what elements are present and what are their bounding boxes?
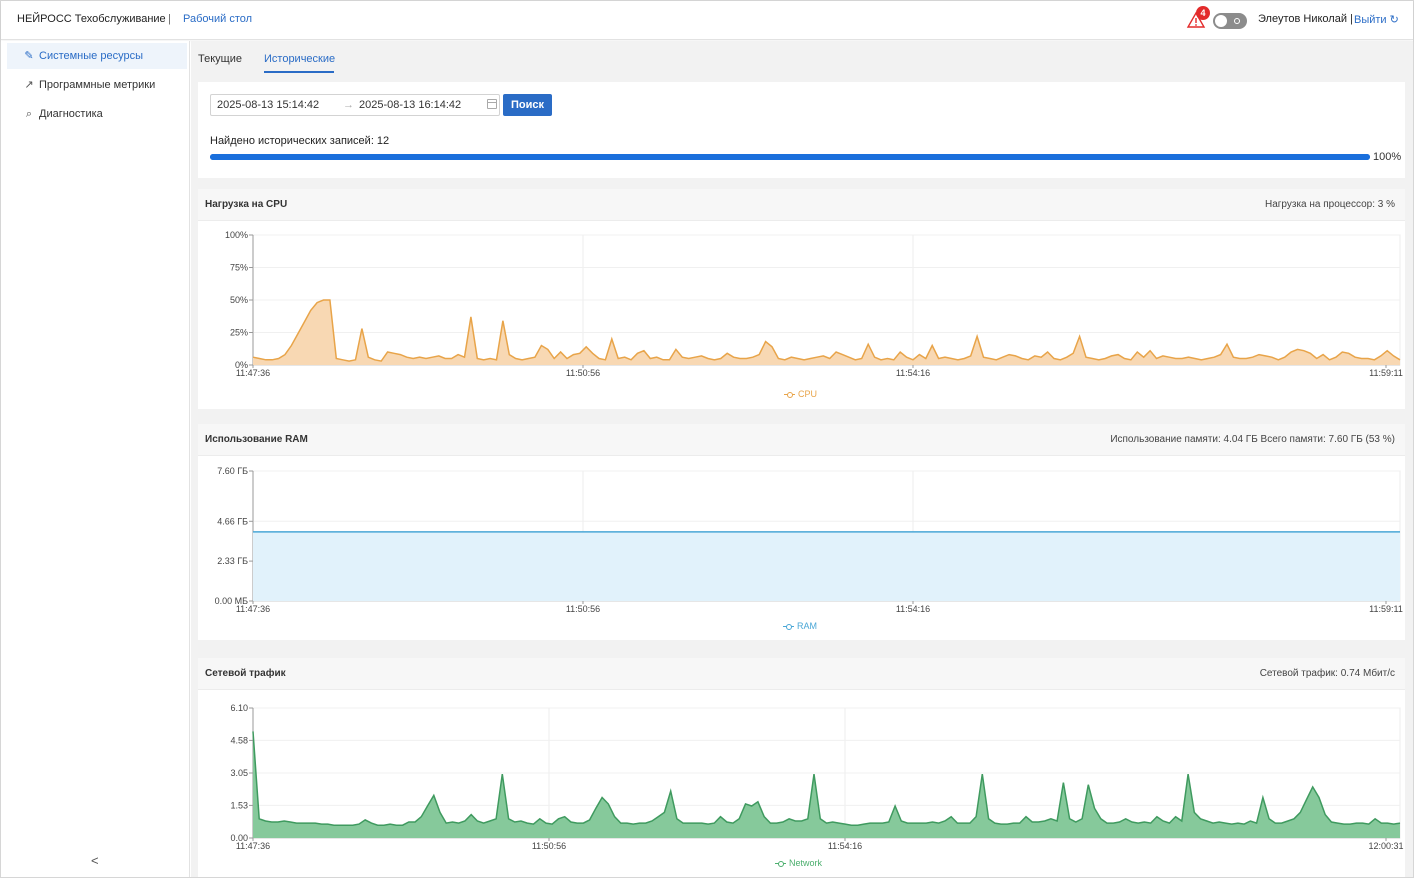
- search-button[interactable]: Поиск: [503, 94, 552, 116]
- x-tick-label: 11:54:16: [828, 841, 862, 851]
- progress-fill: [210, 154, 1370, 160]
- network-chart: 0.001.533.054.586.1011:47:36 11:50:56 11:5…: [230, 703, 1403, 851]
- y-tick-label: 50%: [230, 295, 248, 305]
- panel-title: Использование RAM: [205, 434, 308, 445]
- chart-legend[interactable]: CPU: [784, 389, 817, 399]
- logout-link[interactable]: Выйти ↻: [1354, 13, 1399, 26]
- toggle-knob: [1215, 15, 1227, 27]
- sidebar-collapse-button[interactable]: <: [91, 853, 99, 868]
- x-tick-label: 11:59:11: [1369, 368, 1403, 378]
- theme-toggle[interactable]: [1213, 13, 1247, 29]
- y-tick-label: 6.10: [230, 703, 248, 713]
- panel-header: Нагрузка на CPU Нагрузка на процессор: 3…: [198, 189, 1405, 221]
- calendar-icon[interactable]: [487, 99, 497, 109]
- wrench-icon: ✎: [24, 50, 34, 62]
- top-header: НЕЙРОСС Техобслуживание | Рабочий стол 4…: [1, 1, 1413, 40]
- toggle-ring-icon: [1234, 18, 1240, 24]
- records-found: Найдено исторических записей: 12: [210, 135, 390, 147]
- chart-legend[interactable]: RAM: [783, 621, 817, 631]
- legend-label: RAM: [797, 621, 817, 631]
- sidebar-item-program-metrics[interactable]: ↗ Программные метрики: [7, 72, 187, 98]
- legend-marker-icon: [784, 391, 795, 398]
- legend-label: Network: [789, 858, 823, 868]
- search-card: 2025-08-13 15:14:42 → 2025-08-13 16:14:4…: [198, 82, 1405, 178]
- y-tick-label: 3.05: [230, 768, 248, 778]
- x-tick-label: 12:00:31: [1368, 841, 1403, 851]
- progress-percent: 100%: [1373, 151, 1402, 163]
- panel-meta: Использование памяти: 4.04 ГБ Всего памя…: [1110, 434, 1395, 445]
- y-tick-label: 100%: [225, 230, 248, 240]
- x-tick-label: 11:50:56: [566, 604, 600, 614]
- logout-icon: ↻: [1389, 14, 1399, 26]
- date-from[interactable]: 2025-08-13 15:14:42: [217, 99, 319, 111]
- panel-header: Сетевой трафик Сетевой трафик: 0.74 Мбит…: [198, 658, 1405, 690]
- sidebar-item-label: Системные ресурсы: [39, 50, 143, 62]
- logout-label: Выйти: [1354, 14, 1387, 26]
- chart-legend[interactable]: Network: [775, 858, 822, 868]
- legend-marker-icon: [783, 623, 794, 630]
- x-tick-label: 11:50:56: [532, 841, 566, 851]
- panel-title: Сетевой трафик: [205, 668, 286, 679]
- tab-current[interactable]: Текущие: [198, 53, 242, 65]
- date-to[interactable]: 2025-08-13 16:14:42: [359, 99, 461, 111]
- active-tab-underline: [264, 71, 334, 73]
- sidebar-item-diagnostics[interactable]: ⌕ Диагностика: [7, 101, 187, 127]
- legend-marker-icon: [775, 860, 786, 867]
- network-panel: Сетевой трафик Сетевой трафик: 0.74 Мбит…: [198, 658, 1405, 877]
- series-line-network: [252, 731, 1401, 826]
- tab-historical[interactable]: Исторические: [264, 53, 335, 65]
- sidebar-item-label: Программные метрики: [39, 79, 156, 91]
- alert-count-badge: 4: [1196, 6, 1210, 20]
- legend-label: CPU: [798, 389, 818, 399]
- main-content: Текущие Исторические 2025-08-13 15:14:42…: [191, 41, 1413, 877]
- y-tick-label: 7.60 ГБ: [217, 466, 248, 476]
- ram-panel: Использование RAM Использование памяти: …: [198, 424, 1405, 640]
- x-tick-label: 11:54:16: [896, 604, 930, 614]
- y-tick-label: 4.58: [230, 735, 248, 745]
- header-separator: |: [168, 13, 171, 25]
- x-tick-label: 11:50:56: [566, 368, 600, 378]
- brand-title: НЕЙРОСС Техобслуживание: [17, 13, 166, 25]
- date-range-picker[interactable]: 2025-08-13 15:14:42 → 2025-08-13 16:14:4…: [210, 94, 500, 116]
- arrow-right-icon: →: [343, 99, 354, 111]
- series-area-network: [253, 731, 1400, 838]
- x-tick-label: 11:47:36: [236, 604, 270, 614]
- panel-meta: Сетевой трафик: 0.74 Мбит/с: [1259, 668, 1395, 679]
- x-tick-label: 11:47:36: [236, 368, 270, 378]
- user-name: Элеутов Николай |: [1258, 13, 1353, 25]
- cpu-chart: 0%25%50%75%100%11:47:36 11:50:56 11:54:16 1…: [225, 230, 1403, 378]
- panel-header: Использование RAM Использование памяти: …: [198, 424, 1405, 456]
- x-tick-label: 11:54:16: [896, 368, 930, 378]
- series-area-ram: [253, 531, 1400, 601]
- panel-meta: Нагрузка на процессор: 3 %: [1265, 199, 1395, 210]
- y-tick-label: 75%: [230, 263, 248, 273]
- sidebar-item-label: Диагностика: [39, 108, 103, 120]
- desktop-link[interactable]: Рабочий стол: [183, 13, 252, 25]
- x-tick-label: 11:59:11: [1369, 604, 1403, 614]
- progress-bar: [210, 154, 1370, 160]
- x-tick-label: 11:47:36: [236, 841, 270, 851]
- panel-title: Нагрузка на CPU: [205, 199, 288, 210]
- sidebar: ✎ Системные ресурсы ↗ Программные метрик…: [1, 41, 190, 877]
- y-tick-label: 2.33 ГБ: [217, 556, 248, 566]
- sidebar-item-system-resources[interactable]: ✎ Системные ресурсы: [7, 43, 187, 69]
- y-tick-label: 25%: [230, 328, 248, 338]
- line-chart-icon: ↗: [24, 79, 34, 91]
- search-icon: ⌕: [25, 108, 33, 120]
- ram-chart: 0.00 МБ2.33 ГБ4.66 ГБ7.60 ГБ11:47:36 11:5…: [215, 466, 1403, 614]
- cpu-panel: Нагрузка на CPU Нагрузка на процессор: 3…: [198, 189, 1405, 409]
- y-tick-label: 4.66 ГБ: [217, 516, 248, 526]
- y-tick-label: 1.53: [230, 800, 248, 810]
